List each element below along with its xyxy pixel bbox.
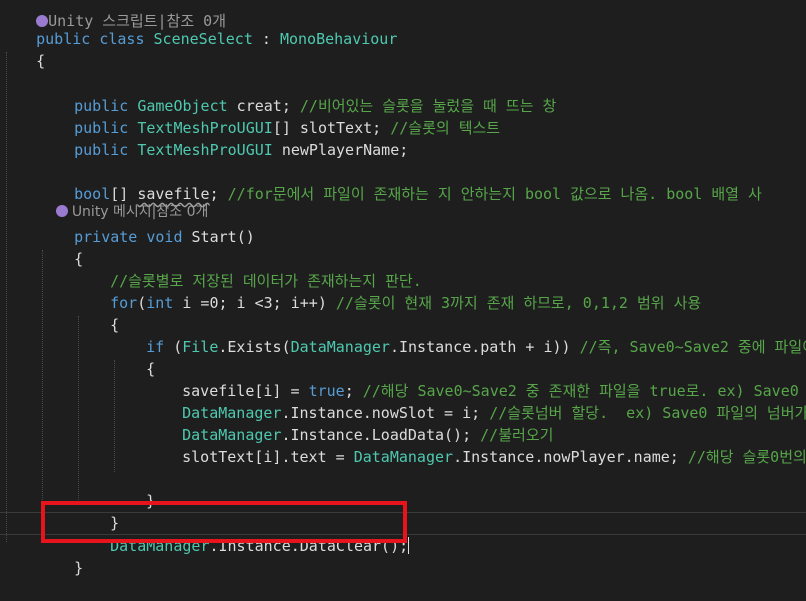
code-line-creat-field[interactable]: public GameObject creat; //비어있는 슬롯을 눌렀을 … bbox=[38, 73, 556, 115]
indent-guide bbox=[42, 250, 43, 540]
code-line-start-method[interactable]: private void Start() bbox=[38, 204, 255, 246]
code-line-if-exists[interactable]: if (File.Exists(DataManager.Instance.pat… bbox=[110, 314, 806, 356]
code-line-comment-slot[interactable]: //슬롯별로 저장된 데이터가 존재하는지 판단. bbox=[74, 248, 422, 290]
indent-guide bbox=[6, 52, 7, 542]
code-line-loaddata[interactable]: DataManager.Instance.LoadData(); //불러오기 bbox=[146, 402, 553, 444]
code-line-if-open[interactable]: { bbox=[110, 336, 155, 378]
code-line-method-open[interactable]: { bbox=[38, 226, 83, 268]
code-line-for-open[interactable]: { bbox=[74, 292, 119, 334]
red-highlight-box bbox=[41, 501, 407, 543]
code-line-class-decl[interactable]: public class SceneSelect : MonoBehaviour bbox=[0, 6, 397, 48]
code-line-savefile-assign[interactable]: savefile[i] = true; //해당 Save0~Save2 중 존… bbox=[146, 358, 806, 400]
code-line-open-brace[interactable]: { bbox=[0, 28, 45, 70]
code-line-slottext-assign[interactable]: slotText[i].text = DataManager.Instance.… bbox=[146, 424, 806, 466]
code-editor[interactable]: Unity 스크립트|참조 0개 public class SceneSelec… bbox=[0, 0, 806, 577]
code-line-slottext-field[interactable]: public TextMeshProUGUI[] slotText; //슬롯의… bbox=[38, 95, 500, 137]
text-caret bbox=[408, 537, 410, 554]
code-line-nowslot-assign[interactable]: DataManager.Instance.nowSlot = i; //슬롯넘버… bbox=[146, 380, 806, 422]
code-line-savefile-field[interactable]: bool[] savefile; //for문에서 파일이 존재하는 지 안하는… bbox=[38, 161, 762, 203]
code-line-newplayername-field[interactable]: public TextMeshProUGUI newPlayerName; bbox=[38, 117, 408, 159]
code-line-if-close[interactable]: } bbox=[110, 468, 155, 510]
codelens-unity-message[interactable]: Unity 메시지|참조 0개 bbox=[38, 185, 208, 220]
code-line-for-loop[interactable]: for(int i =0; i <3; i++) //슬롯이 현재 3까지 존재… bbox=[74, 270, 701, 312]
